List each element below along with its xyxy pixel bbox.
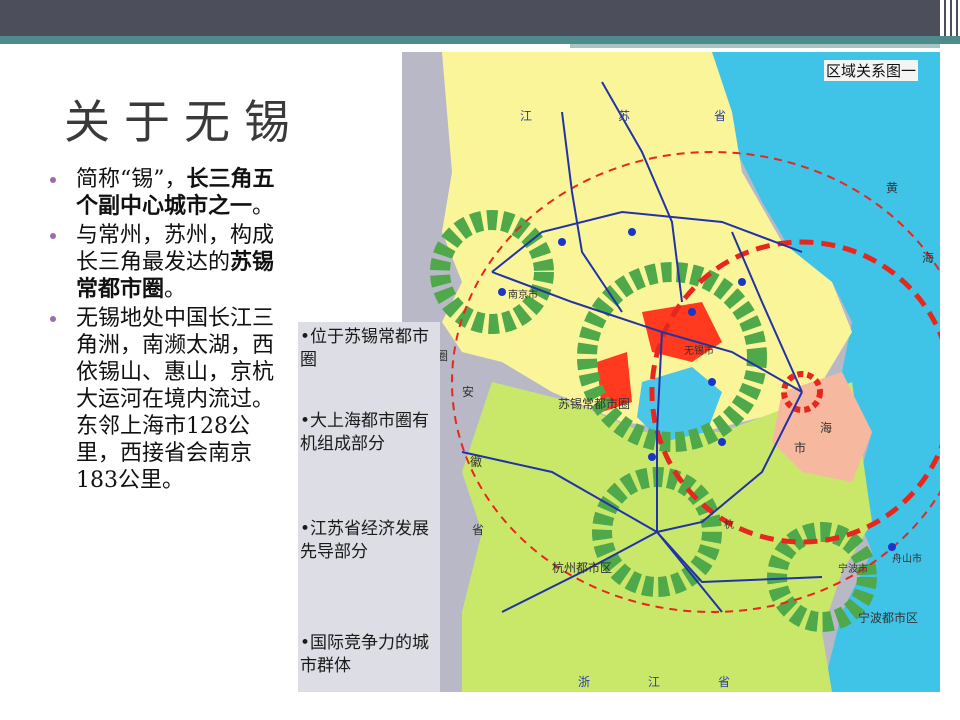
label-zhoushan: 舟山市 xyxy=(892,552,922,565)
side-note-item: •大上海都市圈有机组成部分 xyxy=(300,411,430,454)
bullet-list: 简称“锡”，长三角五个副中心城市之一。 与常州，苏州，构成长三角最发达的苏锡常都… xyxy=(50,166,290,496)
label-huang: 黄 xyxy=(886,181,898,195)
label-jiangsu-2: 苏 xyxy=(618,109,630,123)
header-bar-decoration xyxy=(940,0,960,40)
regional-map-graphic: 江 苏 省 黄 海 都市圈 安 徽 省 南京市 苏锡常都市圈 无锡市 海 市 杭… xyxy=(412,52,940,692)
label-sheng: 省 xyxy=(472,523,484,537)
label-zhe: 浙 xyxy=(578,675,590,689)
label-suxichang: 苏锡常都市圈 xyxy=(558,396,630,411)
label-jiangsu-3: 省 xyxy=(714,109,726,123)
bullet-dot-icon xyxy=(50,177,56,183)
label-jiangsu-1: 江 xyxy=(520,109,532,123)
bullet-dot-icon xyxy=(50,233,56,239)
label-hangzhou: 杭州都市区 xyxy=(552,560,612,575)
side-note-item: •位于苏锡常都市圈 xyxy=(300,327,430,370)
label-shanghai-2: 市 xyxy=(794,440,806,455)
slide-title: 关于无锡 xyxy=(64,95,304,149)
label-ningbo-city: 宁波市 xyxy=(838,562,868,575)
bullet-item: 无锡地处中国长江三角洲，南濒太湖，西依锡山、惠山，京杭大运河在境内流过。东邻上海… xyxy=(50,305,290,494)
bullet-text-end: 。 xyxy=(252,194,275,219)
label-sheng-s: 省 xyxy=(718,675,730,689)
label-ningbo: 宁波都市区 xyxy=(858,610,918,625)
label-shanghai-1: 海 xyxy=(820,420,832,435)
label-hai: 海 xyxy=(922,250,934,265)
bullet-item: 简称“锡”，长三角五个副中心城市之一。 xyxy=(50,166,290,220)
label-jiang-s: 江 xyxy=(648,675,660,689)
label-nanjing: 南京市 xyxy=(508,288,538,301)
side-note-item: •国际竞争力的城市群体 xyxy=(300,633,430,676)
label-wuxi: 无锡市 xyxy=(684,344,714,357)
bullet-text-end: 。 xyxy=(164,277,187,302)
header-bar xyxy=(0,0,960,36)
regional-map: 江 苏 省 黄 海 都市圈 安 徽 省 南京市 苏锡常都市圈 无锡市 海 市 杭… xyxy=(402,52,940,692)
label-an: 安 xyxy=(462,384,474,399)
label-hui: 徽 xyxy=(470,454,482,469)
side-note-item: •江苏省经济发展先导部分 xyxy=(300,519,430,562)
map-caption: 区域关系图一 xyxy=(824,60,919,81)
header-accent-line-secondary xyxy=(570,44,940,48)
header-accent-line xyxy=(0,36,960,44)
bullet-item: 与常州，苏州，构成长三角最发达的苏锡常都市圈。 xyxy=(50,222,290,303)
bullet-text: 无锡地处中国长江三角洲，南濒太湖，西依锡山、惠山，京杭大运河在境内流过。东邻上海… xyxy=(76,306,275,493)
bullet-dot-icon xyxy=(50,316,56,322)
bullet-text: 简称“锡”， xyxy=(76,167,187,192)
label-hang: 杭 xyxy=(724,518,734,531)
